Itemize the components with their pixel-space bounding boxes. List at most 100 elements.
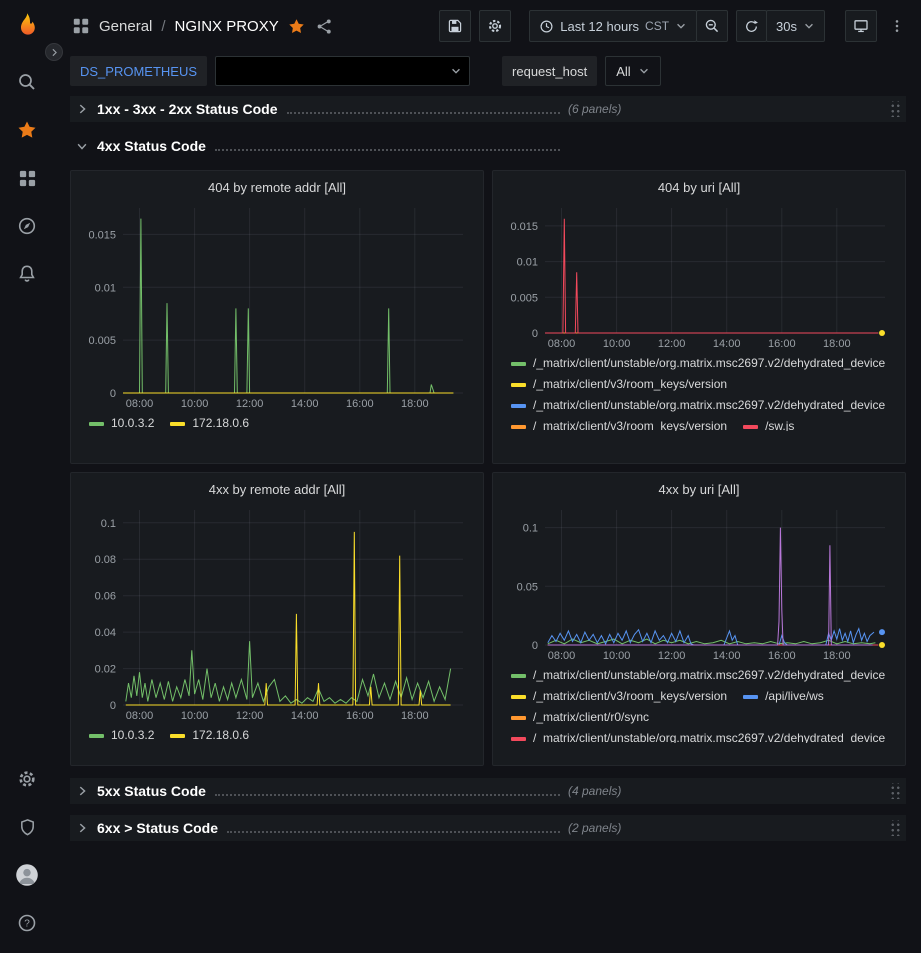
legend-item[interactable]: /sw.js — [743, 416, 794, 431]
chart-4xx-by-uri[interactable]: 00.050.108:0010:0012:0014:0016:0018:00 — [501, 503, 895, 663]
tv-mode-button[interactable] — [845, 10, 877, 42]
row-drag-handle[interactable] — [889, 783, 900, 799]
chevron-down-icon — [803, 20, 815, 32]
sidebar-item-dashboards[interactable] — [0, 154, 54, 202]
chart-4xx-by-remote-addr[interactable]: 00.020.040.060.080.108:0010:0012:0014:00… — [79, 503, 473, 723]
legend-label: /api/live/ws — [765, 686, 824, 707]
sidebar-item-help[interactable]: ? — [0, 899, 54, 947]
svg-text:0: 0 — [110, 388, 116, 400]
sidebar-item-profile[interactable] — [0, 851, 54, 899]
legend-label: 172.18.0.6 — [192, 413, 249, 434]
gear-icon — [487, 18, 503, 34]
kebab-menu-button[interactable] — [885, 10, 909, 42]
legend-label: 10.0.3.2 — [111, 725, 154, 746]
favorite-star-icon[interactable] — [288, 18, 305, 35]
row-5xx[interactable]: 5xx Status Code (4 panels) — [70, 778, 906, 804]
breadcrumb: General / NGINX PROXY — [72, 17, 333, 35]
request-host-variable-label[interactable]: request_host — [502, 56, 597, 86]
sidebar-item-explore[interactable] — [0, 202, 54, 250]
row-1xx-3xx-2xx[interactable]: 1xx - 3xx - 2xx Status Code (6 panels) — [70, 96, 906, 122]
datasource-variable-label[interactable]: DS_PROMETHEUS — [70, 56, 207, 86]
legend-item[interactable]: /_matrix/client/r0/sync — [511, 707, 649, 728]
svg-text:08:00: 08:00 — [548, 338, 576, 350]
series-swatch — [511, 695, 526, 699]
time-range-label: Last 12 hours — [560, 19, 639, 34]
breadcrumb-separator: / — [161, 18, 165, 35]
sidebar-item-configuration[interactable] — [0, 755, 54, 803]
time-range-picker[interactable]: Last 12 hours CST — [529, 10, 697, 42]
request-host-select[interactable]: All — [605, 56, 660, 86]
time-controls: Last 12 hours CST — [529, 10, 728, 42]
shield-icon — [18, 818, 37, 837]
sidebar-item-alerting[interactable] — [0, 250, 54, 298]
series-swatch — [743, 695, 758, 699]
breadcrumb-section[interactable]: General — [99, 18, 152, 35]
svg-text:0.015: 0.015 — [510, 221, 538, 233]
legend-item[interactable]: /_matrix/client/unstable/org.matrix.msc2… — [511, 665, 885, 686]
row-drag-handle[interactable] — [889, 820, 900, 836]
sidebar-expand-button[interactable] — [45, 43, 63, 61]
series-swatch — [511, 716, 526, 720]
panel-title[interactable]: 4xx by remote addr [All] — [79, 477, 475, 503]
svg-text:0: 0 — [532, 640, 538, 652]
svg-text:08:00: 08:00 — [126, 398, 154, 410]
apps-grid-icon — [72, 17, 90, 35]
panel-title[interactable]: 404 by uri [All] — [501, 175, 897, 201]
svg-text:18:00: 18:00 — [823, 650, 851, 662]
gear-icon — [17, 769, 37, 789]
sidebar-bottom: ? — [0, 755, 54, 947]
legend-label: /_matrix/client/r0/sync — [533, 707, 649, 728]
svg-text:?: ? — [24, 919, 30, 930]
legend-item[interactable]: /_matrix/client/unstable/org.matrix.msc2… — [511, 353, 885, 374]
row-drag-handle[interactable] — [889, 101, 900, 117]
legend-item[interactable]: /_matrix/client/v3/room_keys/version — [511, 686, 727, 707]
legend-item[interactable]: /api/live/ws — [743, 686, 824, 707]
svg-text:0.005: 0.005 — [88, 335, 116, 347]
svg-text:0: 0 — [110, 700, 116, 712]
panel-title[interactable]: 4xx by uri [All] — [501, 477, 897, 503]
legend-label: 172.18.0.6 — [192, 725, 249, 746]
datasource-select[interactable] — [215, 56, 470, 86]
row-title: 5xx Status Code — [97, 783, 206, 799]
legend-item[interactable]: /_matrix/client/unstable/org.matrix.msc2… — [511, 728, 885, 743]
refresh-button[interactable] — [736, 10, 767, 42]
legend-item[interactable]: /_matrix/client/unstable/org.matrix.msc2… — [511, 395, 885, 416]
sidebar-nav — [0, 58, 54, 298]
dashboard-settings-button[interactable] — [479, 10, 511, 42]
legend-item[interactable]: 10.0.3.2 — [89, 413, 154, 434]
row-title: 1xx - 3xx - 2xx Status Code — [97, 101, 278, 117]
bell-icon — [17, 264, 37, 284]
sidebar-item-server-admin[interactable] — [0, 803, 54, 851]
sidebar-item-starred[interactable] — [0, 106, 54, 154]
clock-icon — [539, 19, 554, 34]
svg-text:16:00: 16:00 — [346, 710, 374, 722]
legend-item[interactable]: /_matrix/client/v3/room_keys/version — [511, 374, 727, 395]
share-icon[interactable] — [316, 18, 333, 35]
grafana-logo[interactable] — [10, 10, 44, 44]
save-dashboard-button[interactable] — [439, 10, 471, 42]
search-icon — [17, 72, 37, 92]
legend-label: /_matrix/client/v3/room_keys/version — [533, 374, 727, 395]
grafana-app: ? General / NGINX PROXY — [0, 0, 921, 953]
row-6xx[interactable]: 6xx > Status Code (2 panels) — [70, 815, 906, 841]
sidebar-item-search[interactable] — [0, 58, 54, 106]
panel-title[interactable]: 404 by remote addr [All] — [79, 175, 475, 201]
row-panel-count: (2 panels) — [568, 821, 621, 835]
chevron-right-icon — [76, 822, 88, 834]
series-swatch — [511, 674, 526, 678]
sidebar: ? — [0, 0, 54, 953]
legend-item[interactable]: 10.0.3.2 — [89, 725, 154, 746]
navbar: General / NGINX PROXY — [54, 0, 921, 52]
zoom-out-button[interactable] — [696, 10, 728, 42]
row-4xx[interactable]: 4xx Status Code — [70, 133, 906, 159]
chart-404-by-remote-addr[interactable]: 00.0050.010.01508:0010:0012:0014:0016:00… — [79, 201, 473, 411]
chart-404-by-uri[interactable]: 00.0050.010.01508:0010:0012:0014:0016:00… — [501, 201, 895, 351]
refresh-interval-picker[interactable]: 30s — [766, 10, 825, 42]
legend-item[interactable]: /_matrix/client/v3/room_keys/version — [511, 416, 727, 431]
series-swatch — [511, 404, 526, 408]
breadcrumb-title[interactable]: NGINX PROXY — [175, 18, 279, 35]
legend-item[interactable]: 172.18.0.6 — [170, 725, 249, 746]
legend-item[interactable]: 172.18.0.6 — [170, 413, 249, 434]
row-title: 4xx Status Code — [97, 138, 206, 154]
monitor-icon — [853, 18, 869, 34]
